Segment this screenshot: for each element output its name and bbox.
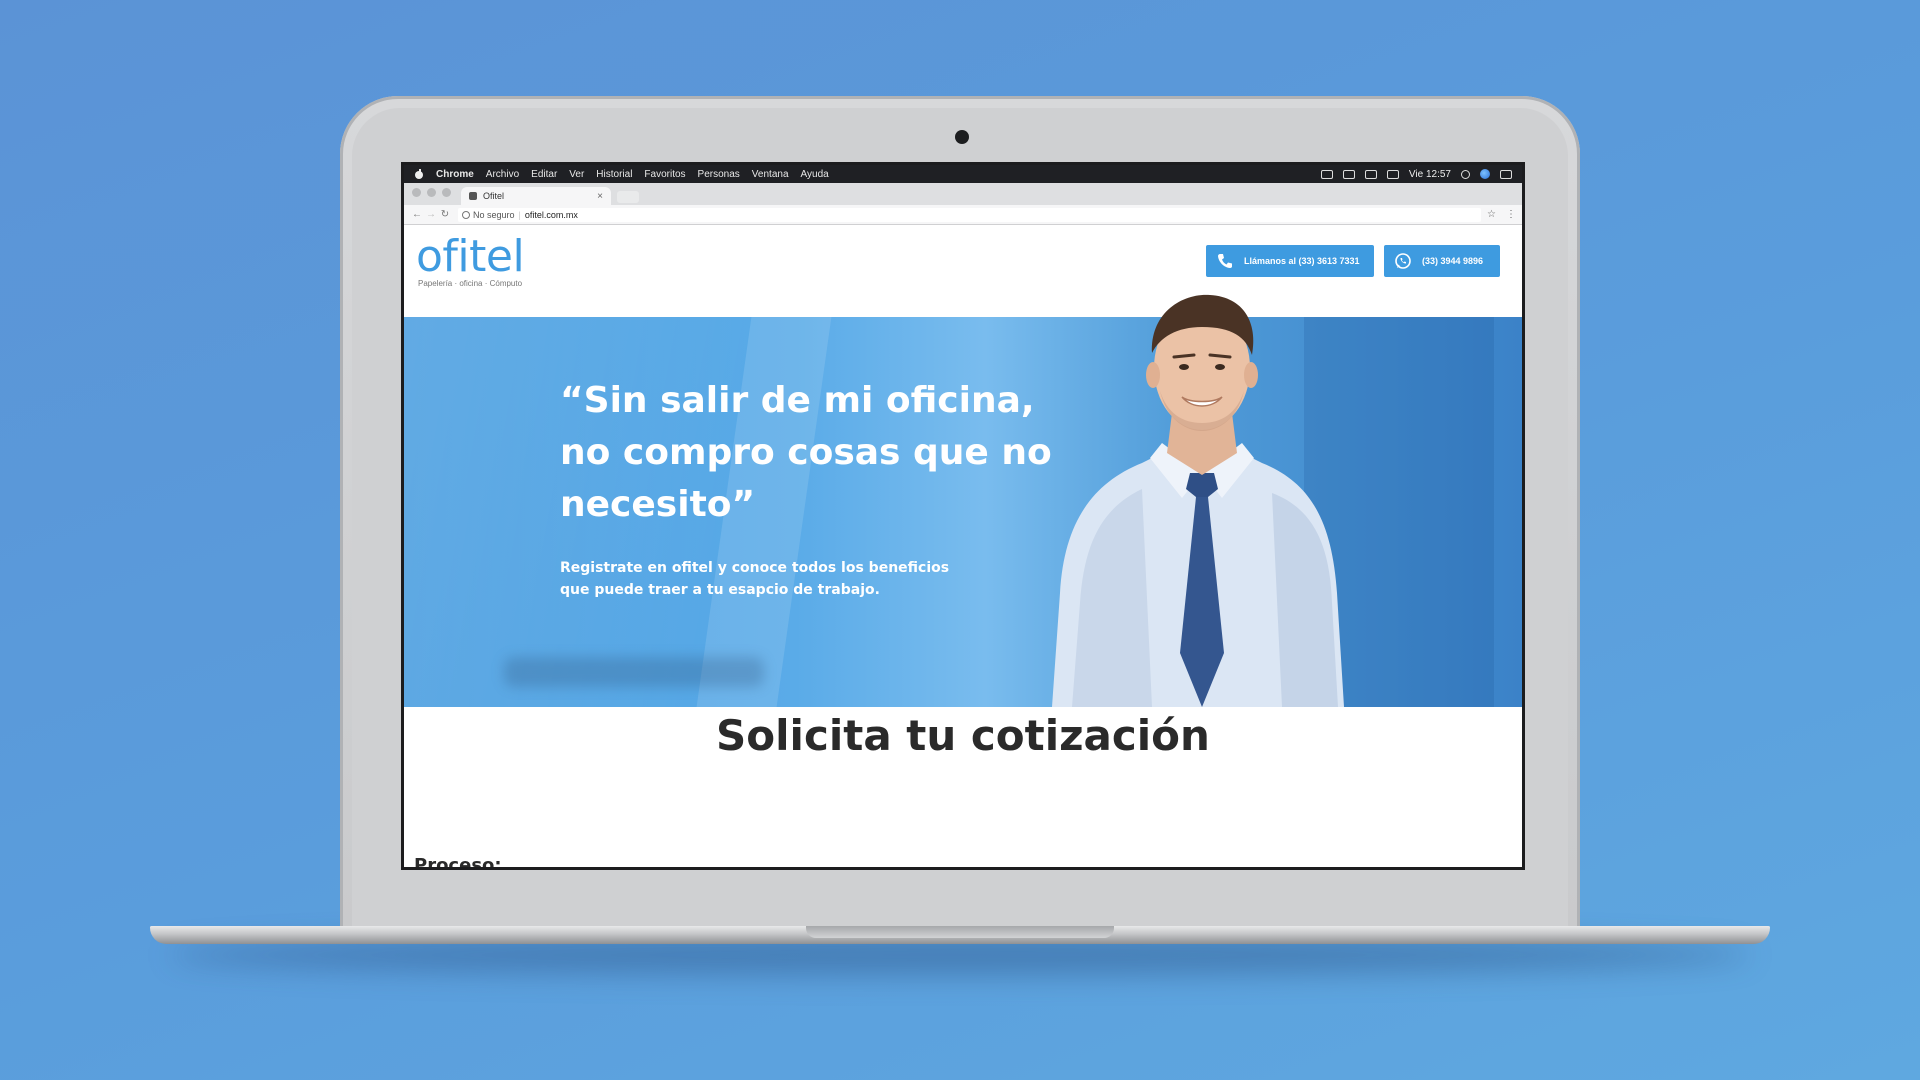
spotlight-icon[interactable] xyxy=(1461,169,1470,179)
whatsapp-button[interactable]: (33) 3944 9896 xyxy=(1384,245,1500,277)
back-icon[interactable]: ← xyxy=(410,209,424,220)
tab-title: Ofitel xyxy=(483,191,505,201)
menu-ayuda[interactable]: Ayuda xyxy=(801,169,829,180)
security-label: No seguro xyxy=(473,209,515,220)
wifi-icon[interactable] xyxy=(1364,169,1377,179)
tab-strip: Ofitel × xyxy=(404,183,1522,205)
forward-icon[interactable]: → xyxy=(424,209,438,220)
menu-dots-icon[interactable]: ⋮ xyxy=(1506,209,1516,220)
info-icon[interactable] xyxy=(462,210,470,219)
menu-ventana[interactable]: Ventana xyxy=(752,169,789,180)
menubar-status: Vie 12:57 xyxy=(1320,169,1512,180)
bookmark-star-icon[interactable]: ☆ xyxy=(1487,209,1496,220)
whatsapp-icon xyxy=(1395,253,1411,269)
menu-ver[interactable]: Ver xyxy=(569,169,584,180)
laptop-notch xyxy=(806,926,1114,938)
hero-blurred-object xyxy=(504,657,764,687)
section-title: Solicita tu cotización xyxy=(716,711,1210,760)
menu-app-name[interactable]: Chrome xyxy=(436,169,474,180)
hero-banner: “Sin salir de mi oficina, no compro cosa… xyxy=(404,294,1522,707)
call-button-label: Llámanos al (33) 3613 7331 xyxy=(1244,256,1360,266)
site-tagline: Papelería · oficina · Cómputo xyxy=(418,279,523,288)
whatsapp-button-label: (33) 3944 9896 xyxy=(1422,256,1484,266)
zoom-window-button[interactable] xyxy=(442,188,451,197)
businessman-photo xyxy=(1052,294,1344,707)
site-logo[interactable]: ofitel xyxy=(416,231,525,282)
screen: Chrome Archivo Editar Ver Historial Favo… xyxy=(401,162,1525,870)
favicon-icon xyxy=(469,192,477,200)
menu-personas[interactable]: Personas xyxy=(698,169,740,180)
airplay-icon[interactable] xyxy=(1342,169,1355,179)
siri-icon[interactable] xyxy=(1480,169,1490,179)
menu-favoritos[interactable]: Favoritos xyxy=(644,169,685,180)
clock[interactable]: Vie 12:57 xyxy=(1409,169,1451,180)
tab-ofitel[interactable]: Ofitel × xyxy=(461,187,611,205)
menu-historial[interactable]: Historial xyxy=(596,169,632,180)
process-label: Proceso: xyxy=(414,855,502,870)
url-text[interactable]: ofitel.com.mx xyxy=(525,210,578,220)
url-separator: | xyxy=(518,209,521,220)
reload-icon[interactable]: ↻ xyxy=(438,209,452,220)
address-bar: ← → ↻ No seguro | ofitel.com.mx ☆ ⋮ xyxy=(404,205,1522,225)
mac-menubar: Chrome Archivo Editar Ver Historial Favo… xyxy=(404,165,1522,183)
close-window-button[interactable] xyxy=(412,188,421,197)
battery-icon[interactable] xyxy=(1386,169,1399,179)
hero-subtitle: Registrate en ofitel y conoce todos los … xyxy=(560,560,950,598)
minimize-window-button[interactable] xyxy=(427,188,436,197)
omnibox[interactable]: No seguro | ofitel.com.mx xyxy=(458,207,1482,222)
call-button[interactable]: Llámanos al (33) 3613 7331 xyxy=(1206,245,1374,277)
bluetooth-icon[interactable] xyxy=(1320,169,1333,179)
close-tab-icon[interactable]: × xyxy=(597,191,603,202)
phone-icon xyxy=(1218,254,1232,268)
window-controls xyxy=(404,188,461,205)
camera-icon xyxy=(955,130,969,144)
apple-icon[interactable] xyxy=(414,169,424,179)
notification-center-icon[interactable] xyxy=(1500,169,1512,179)
menu-editar[interactable]: Editar xyxy=(531,169,557,180)
new-tab-button[interactable] xyxy=(617,191,639,203)
hero-quote: “Sin salir de mi oficina, no compro cosa… xyxy=(560,380,1052,525)
menu-archivo[interactable]: Archivo xyxy=(486,169,519,180)
